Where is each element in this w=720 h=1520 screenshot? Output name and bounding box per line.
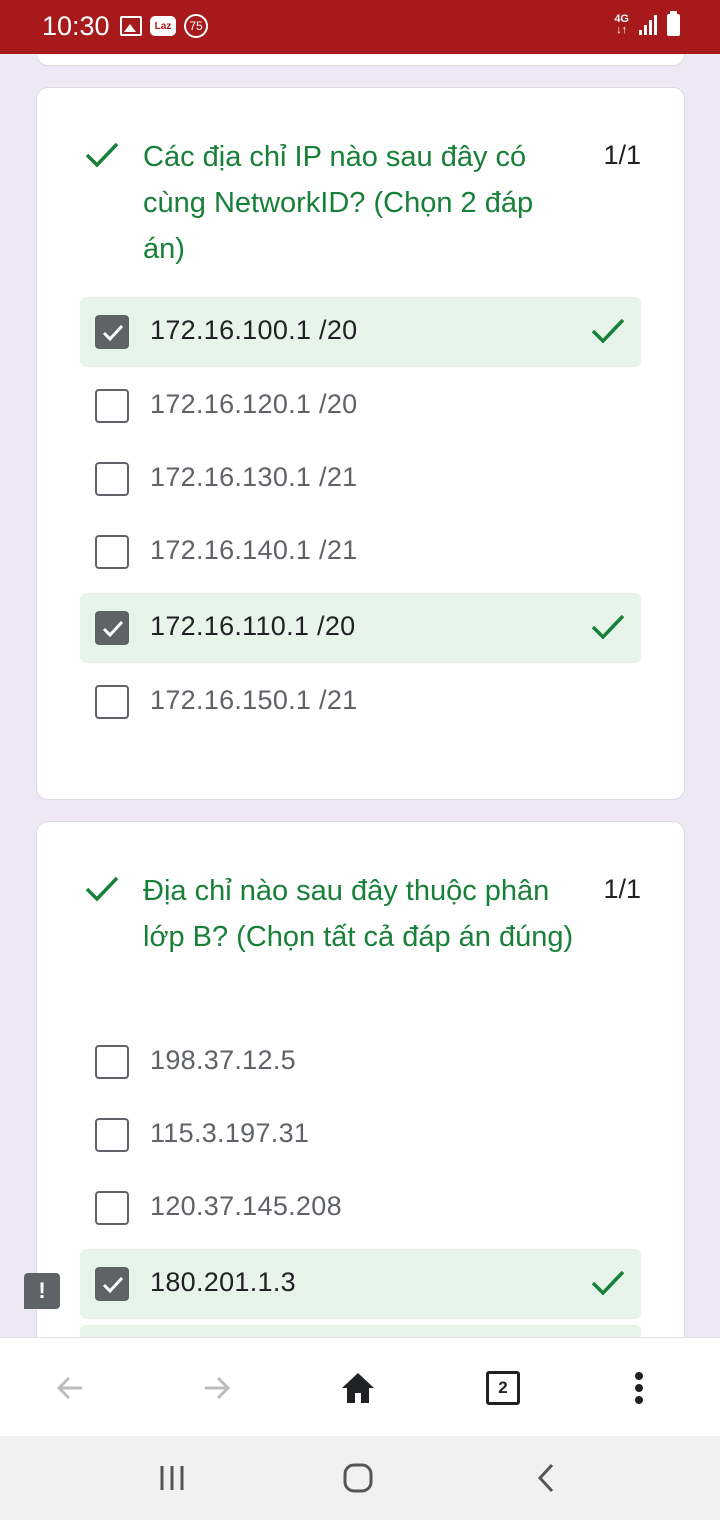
checkbox-unchecked[interactable]	[95, 462, 129, 496]
answer-option[interactable]: 172.16.150.1 /21	[80, 667, 641, 737]
correct-answer-icon	[591, 1270, 625, 1296]
tab-count: 2	[486, 1371, 520, 1405]
option-label: 172.16.140.1 /21	[150, 535, 358, 565]
arrow-back-icon	[56, 1376, 82, 1400]
answer-option[interactable]: 172.16.100.1 /20	[80, 297, 641, 367]
chevron-left-icon	[537, 1463, 554, 1493]
home-nav-button[interactable]	[336, 1458, 380, 1498]
report-problem-icon[interactable]: !	[24, 1273, 60, 1309]
answer-option[interactable]: 115.3.197.31	[80, 1100, 641, 1170]
question-score: 1/1	[603, 874, 641, 904]
recent-apps-icon	[160, 1466, 184, 1490]
checkbox-unchecked[interactable]	[95, 535, 129, 569]
option-label: 120.37.145.208	[150, 1191, 342, 1221]
checkmark-icon	[102, 324, 124, 342]
home-button[interactable]	[336, 1366, 380, 1410]
checkbox-checked[interactable]	[95, 611, 129, 645]
question-card-2: Địa chỉ nào sau đây thuộc phân lớp B? (C…	[36, 821, 685, 1337]
browser-toolbar: 2	[0, 1337, 720, 1436]
checkbox-unchecked[interactable]	[95, 1191, 129, 1225]
option-label: 115.3.197.31	[150, 1118, 310, 1148]
back-nav-button[interactable]	[524, 1458, 568, 1498]
previous-question-card	[36, 54, 685, 66]
lazada-notification-icon: Laz	[150, 16, 176, 36]
system-icons: 4G ↓↑	[614, 11, 680, 36]
correct-check-icon	[85, 142, 119, 168]
answer-option[interactable]: 172.16.140.1 /21	[80, 517, 641, 587]
question-card-1: Các địa chỉ IP nào sau đây có cùng Netwo…	[36, 87, 685, 800]
notification-icons: Laz 75	[120, 14, 208, 38]
option-label: 172.16.130.1 /21	[150, 462, 358, 492]
correct-answer-icon	[591, 318, 625, 344]
option-label: 180.201.1.3	[150, 1267, 296, 1297]
battery-icon	[667, 11, 680, 36]
network-4g-icon: 4G ↓↑	[614, 13, 629, 36]
gallery-notification-icon	[120, 16, 142, 36]
option-label: 172.16.110.1 /20	[150, 611, 356, 641]
checkmark-icon	[102, 1276, 124, 1294]
recent-apps-button[interactable]	[150, 1458, 194, 1498]
menu-button[interactable]	[617, 1366, 661, 1410]
question-title: Các địa chỉ IP nào sau đây có cùng Netwo…	[143, 141, 534, 265]
home-icon	[342, 1373, 374, 1403]
more-vert-icon	[635, 1372, 643, 1404]
option-label: 172.16.100.1 /20	[150, 315, 358, 345]
tab-switcher-button[interactable]: 2	[481, 1366, 525, 1410]
correct-answer-icon	[591, 614, 625, 640]
answer-option[interactable]: 120.37.145.208	[80, 1173, 641, 1243]
arrow-forward-icon	[205, 1376, 231, 1400]
checkmark-icon	[102, 620, 124, 638]
correct-check-icon	[85, 876, 119, 902]
question-score: 1/1	[603, 140, 641, 170]
answer-option[interactable]: 180.201.1.3	[80, 1249, 641, 1319]
back-button[interactable]	[48, 1366, 92, 1410]
answer-option[interactable]: 172.16.130.1 /21	[80, 444, 641, 514]
option-label: 172.16.150.1 /21	[150, 685, 358, 715]
checkbox-unchecked[interactable]	[95, 389, 129, 423]
checkbox-checked[interactable]	[95, 1267, 129, 1301]
home-circle-icon	[343, 1463, 373, 1493]
option-label: 198.37.12.5	[150, 1045, 296, 1075]
question-title: Địa chỉ nào sau đây thuộc phân lớp B? (C…	[143, 875, 574, 953]
forward-button[interactable]	[195, 1366, 239, 1410]
answer-option-partial[interactable]	[80, 1325, 641, 1337]
checkbox-unchecked[interactable]	[95, 1118, 129, 1152]
signal-strength-icon	[639, 15, 657, 35]
answer-option[interactable]: 198.37.12.5	[80, 1027, 641, 1097]
checkbox-checked[interactable]	[95, 315, 129, 349]
checkbox-unchecked[interactable]	[95, 685, 129, 719]
answer-option[interactable]: 172.16.120.1 /20	[80, 371, 641, 441]
status-time: 10:30	[42, 11, 110, 41]
option-label: 172.16.120.1 /20	[150, 389, 358, 419]
answer-option[interactable]: 172.16.110.1 /20	[80, 593, 641, 663]
form-content[interactable]: Các địa chỉ IP nào sau đây có cùng Netwo…	[0, 54, 720, 1337]
checkbox-unchecked[interactable]	[95, 1045, 129, 1079]
notification-count-badge: 75	[184, 14, 208, 38]
system-navigation-bar	[0, 1436, 720, 1520]
status-bar: 10:30 Laz 75 4G ↓↑	[0, 0, 720, 54]
